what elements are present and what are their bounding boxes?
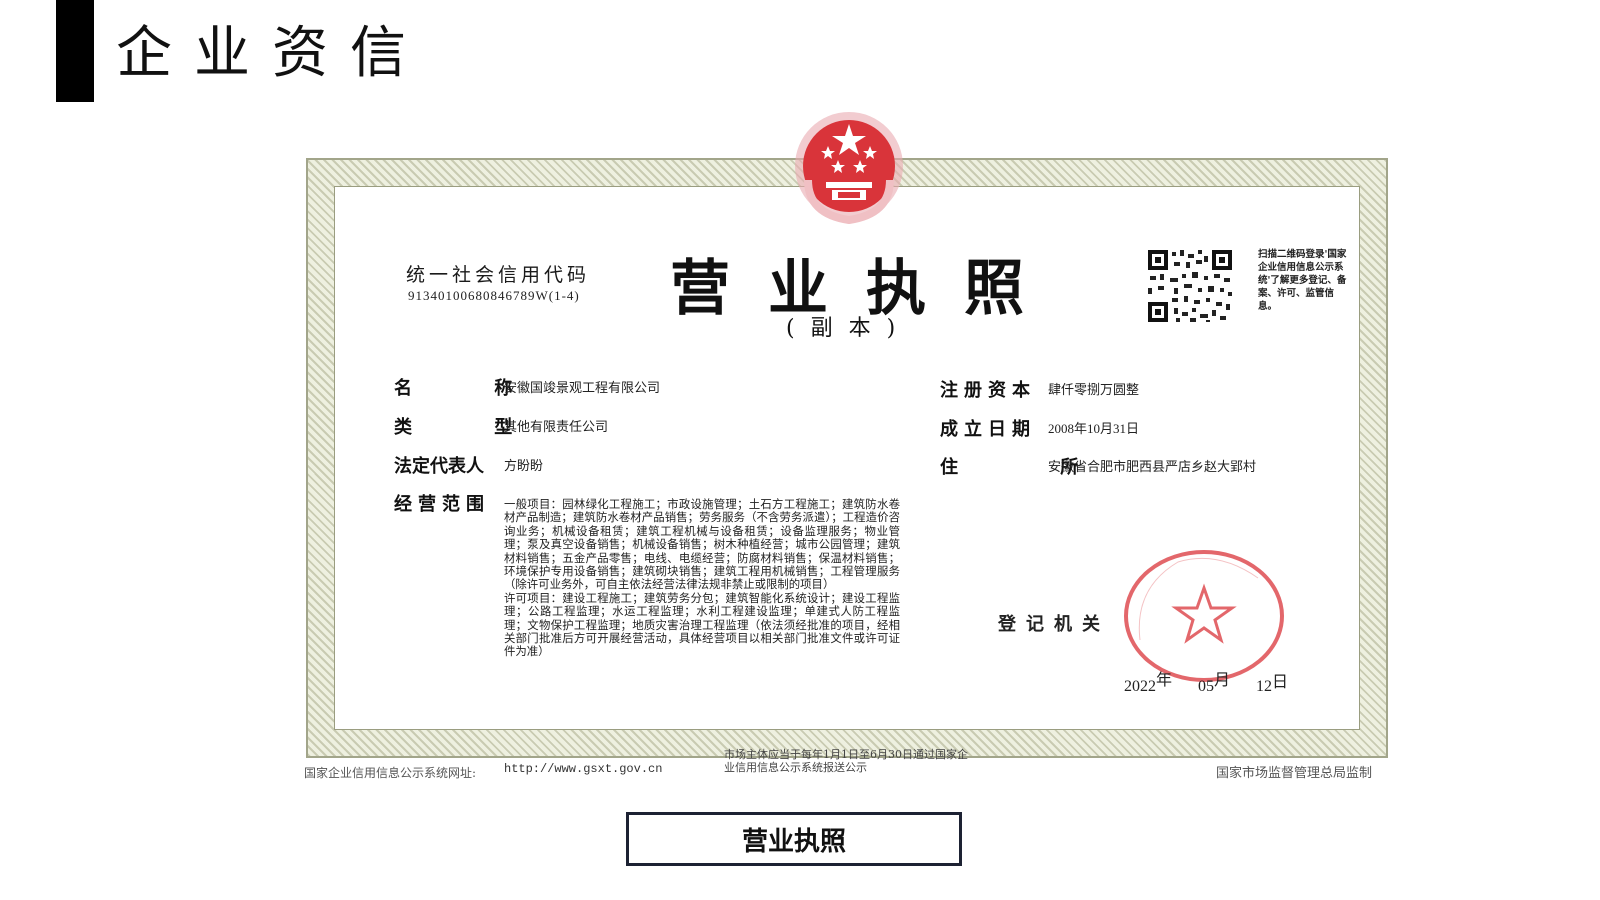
registration-authority-label: 登记机关 [998, 614, 1110, 635]
qr-note: 扫描二维码登录'国家企业信用信息公示系统'了解更多登记、备案、许可、监管信息。 [1258, 249, 1347, 312]
issue-date-day-unit: 日 [1272, 674, 1289, 691]
business-license-image: 统一社会信用代码 91340100680846789W(1-4) 营业执照 (副… [306, 112, 1388, 758]
business-scope: 一般项目：园林绿化工程施工；市政设施管理；土石方工程施工；建筑防水卷材产品制造；… [504, 497, 900, 659]
annual-report-note: 市场主体应当于每年1月1日至6月30日通过国家企业信用信息公示系统报送公示 [724, 748, 968, 774]
legal-rep-value: 方盼盼 [504, 458, 544, 473]
license-subtitle: (副本) [786, 316, 912, 341]
license-caption-label: 营业执照 [741, 826, 846, 857]
title-accent-bar [56, 0, 94, 102]
issue-date-day: 12 [1256, 678, 1273, 695]
page-title: 企业资信 [116, 21, 428, 86]
issue-date-year-unit: 年 [1156, 672, 1173, 689]
est-date-value: 2008年10月31日 [1048, 421, 1140, 436]
license-caption-box: 营业执照 [626, 812, 962, 866]
legal-rep-label: 法定代表人 [394, 456, 484, 477]
issue-date-month: 05 [1198, 678, 1215, 695]
credit-code-label: 统一社会信用代码 [406, 264, 591, 286]
est-date-label: 成立日期 [940, 419, 1036, 440]
scope-general: 一般项目：园林绿化工程施工；市政设施管理；土石方工程施工；建筑防水卷材产品制造；… [504, 497, 900, 592]
reg-capital-label: 注册资本 [940, 380, 1036, 401]
credit-code-value: 91340100680846789W(1-4) [408, 288, 580, 303]
issue-date: 2022年 05月 12日 [1124, 672, 1288, 696]
reg-capital-value: 肆仟零捌万圆整 [1048, 382, 1140, 397]
name-value: 安徽国竣景观工程有限公司 [504, 380, 661, 395]
gsxt-label: 国家企业信用信息公示系统网址: [304, 766, 477, 780]
scope-licensed: 许可项目：建设工程施工；建筑劳务分包；建筑智能化系统设计；建设工程监理；公路工程… [504, 590, 900, 659]
qr-code-icon [1146, 248, 1234, 324]
gsxt-url: http://www.gsxt.gov.cn [504, 762, 663, 776]
issue-date-month-unit: 月 [1214, 672, 1231, 689]
scope-label: 经营范围 [394, 494, 490, 515]
national-emblem-icon [795, 112, 903, 225]
issue-date-year: 2022 [1124, 678, 1156, 695]
issuer-note: 国家市场监督管理总局监制 [1216, 766, 1373, 781]
type-value: 其他有限责任公司 [504, 419, 609, 434]
address-value: 安徽省合肥市肥西县严店乡赵大郢村 [1048, 459, 1257, 474]
official-seal-icon [1124, 550, 1284, 682]
